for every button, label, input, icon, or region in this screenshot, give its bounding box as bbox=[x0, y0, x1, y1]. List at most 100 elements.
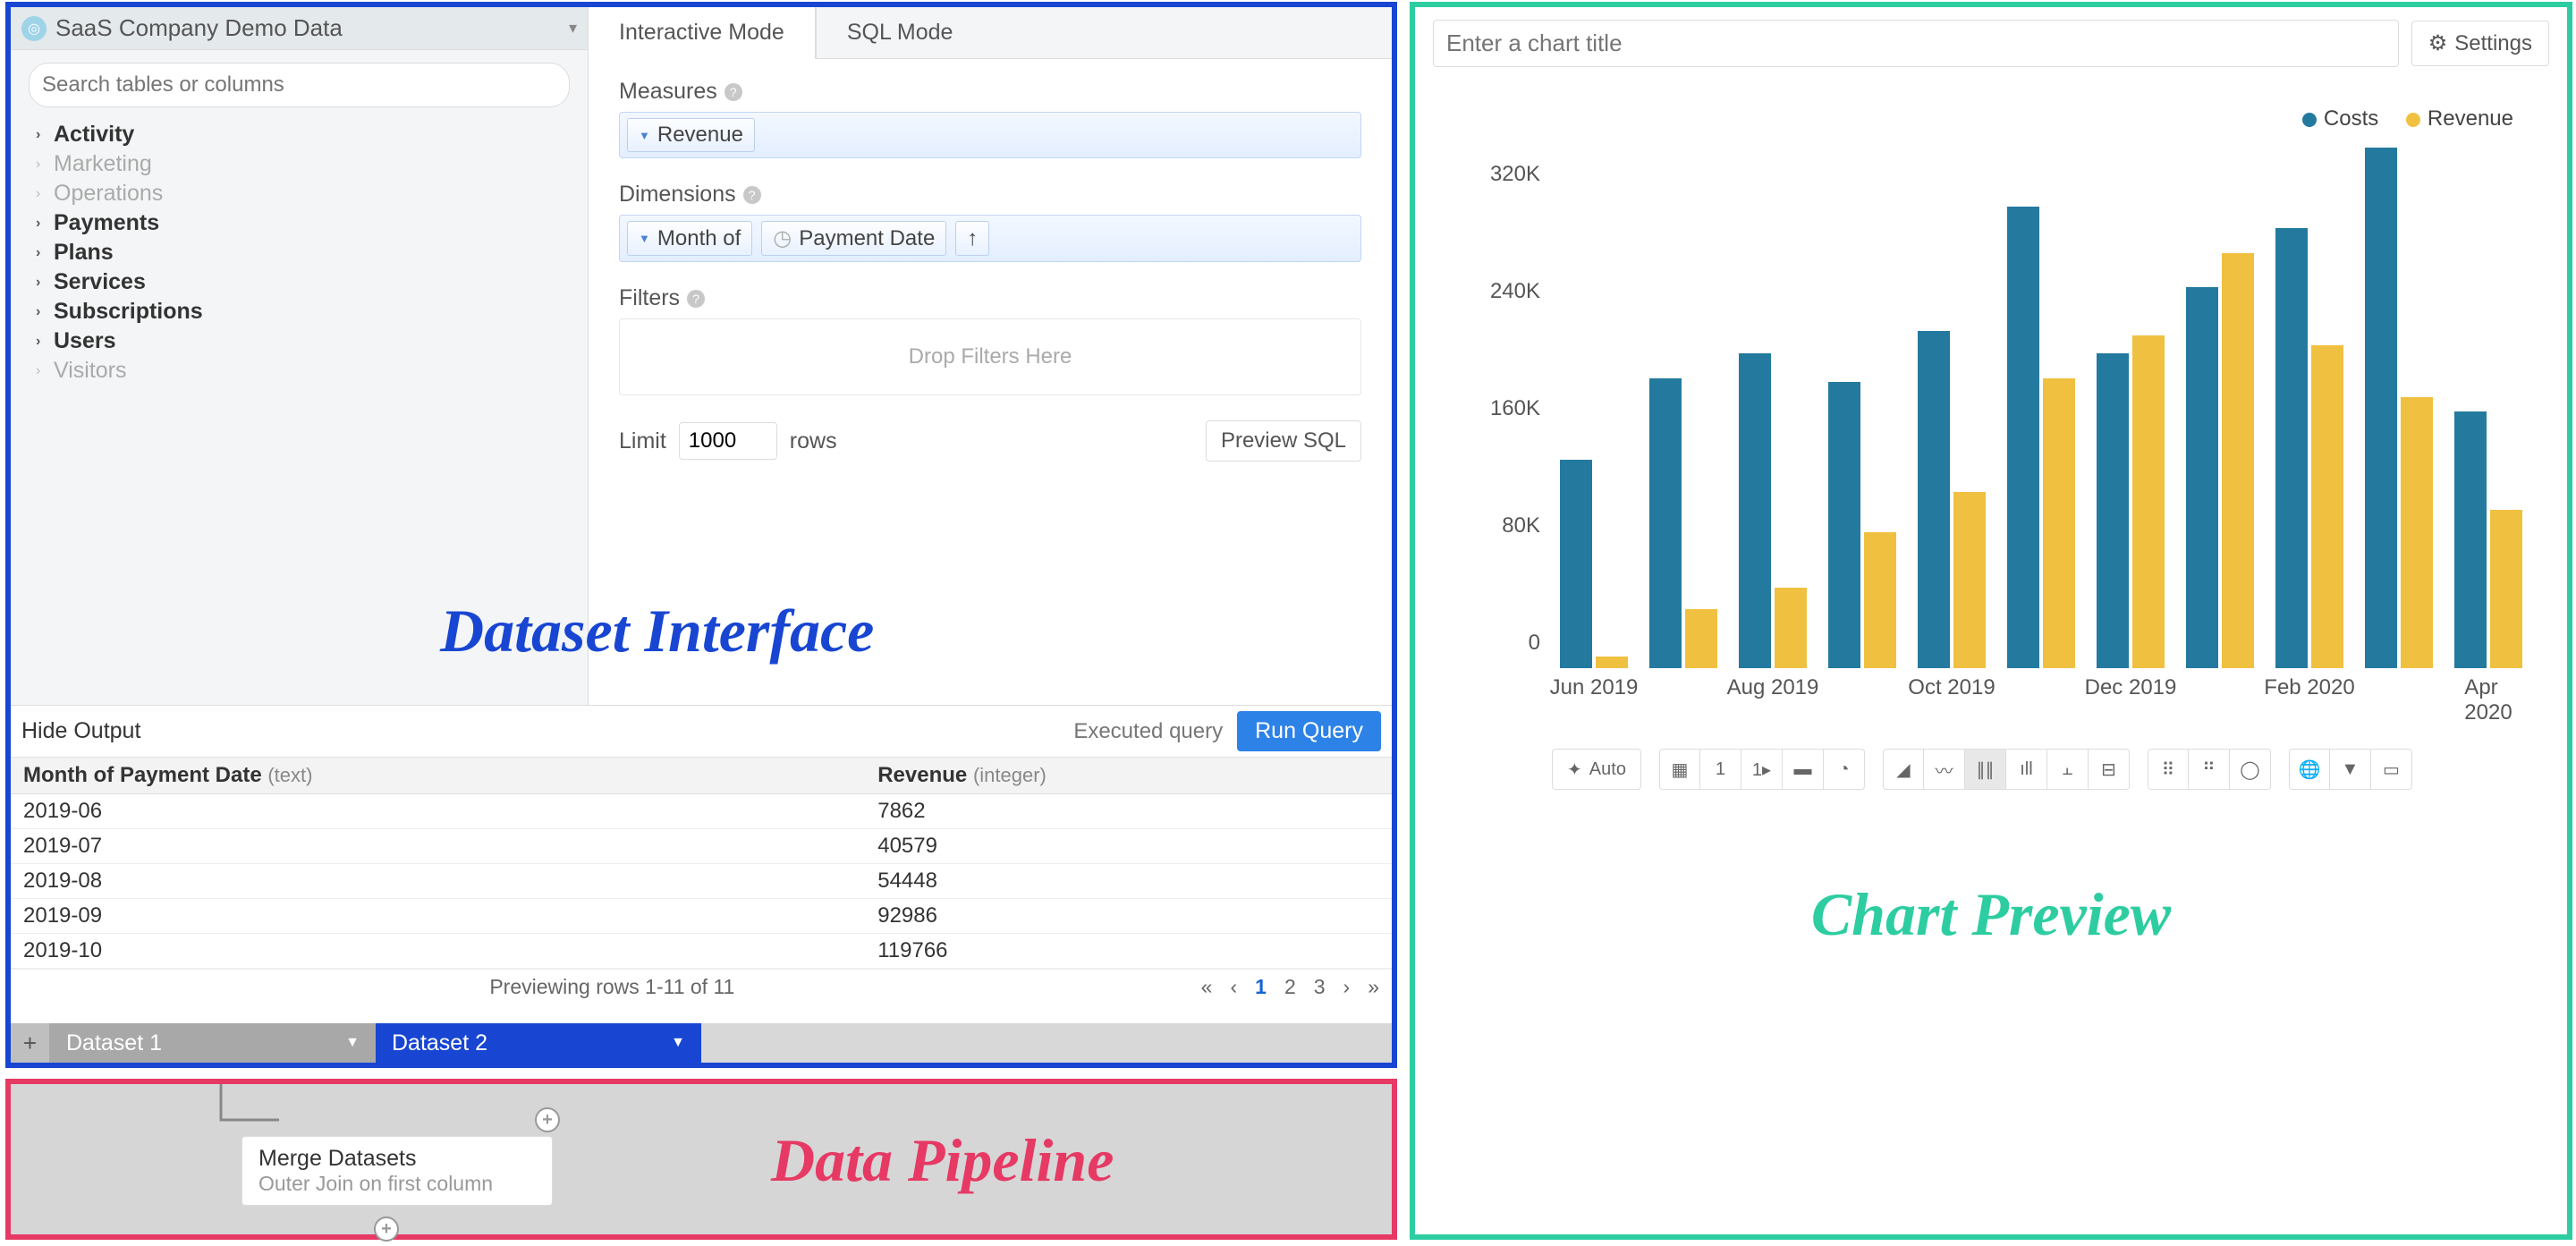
pager: « ‹ 123 › » bbox=[1201, 975, 1379, 999]
pager-item[interactable]: ‹ bbox=[1230, 975, 1237, 999]
bar-costs[interactable] bbox=[2186, 287, 2218, 668]
help-icon[interactable]: ? bbox=[743, 186, 761, 204]
bar-revenue[interactable] bbox=[1953, 492, 1986, 668]
bar-costs[interactable] bbox=[2454, 411, 2487, 668]
chart-type-map[interactable]: 🌐 bbox=[2289, 749, 2330, 790]
tree-item-subscriptions[interactable]: ›Subscriptions bbox=[36, 297, 572, 326]
help-icon[interactable]: ? bbox=[724, 83, 742, 101]
bar-revenue[interactable] bbox=[2043, 378, 2075, 669]
chart-title-input[interactable] bbox=[1433, 20, 2399, 67]
combo-icon: ⫠ bbox=[2062, 759, 2072, 780]
dataset-tab-2[interactable]: Dataset 2▼ bbox=[376, 1023, 701, 1063]
auto-chart-button[interactable]: ✦Auto bbox=[1552, 749, 1641, 790]
hide-output-button[interactable]: Hide Output bbox=[21, 718, 140, 744]
table-row[interactable]: 2019-0854448 bbox=[11, 864, 1392, 899]
chart-type-heatmap[interactable]: ◯ bbox=[2230, 749, 2271, 790]
pager-item[interactable]: 2 bbox=[1284, 975, 1296, 999]
chart-type-single-value[interactable]: 1 bbox=[1700, 749, 1741, 790]
chart-type-table[interactable]: ▦ bbox=[1659, 749, 1700, 790]
chart-type-gauge[interactable]: 1▸ bbox=[1741, 749, 1783, 790]
limit-input[interactable] bbox=[679, 422, 777, 460]
pager-item[interactable]: 3 bbox=[1314, 975, 1326, 999]
bar-revenue[interactable] bbox=[2401, 397, 2433, 668]
bar-costs[interactable] bbox=[1828, 382, 1860, 668]
pager-item[interactable]: 1 bbox=[1255, 975, 1267, 999]
chart-preview-annotation: Chart Preview bbox=[1415, 879, 2567, 950]
add-dataset-button[interactable]: + bbox=[11, 1023, 50, 1063]
bar-costs[interactable] bbox=[2365, 148, 2397, 668]
dimensions-row[interactable]: ▼Month of ◷Payment Date ↑ bbox=[619, 215, 1361, 262]
bar-costs[interactable] bbox=[1739, 353, 1771, 668]
preview-sql-button[interactable]: Preview SQL bbox=[1206, 420, 1361, 462]
tree-item-payments[interactable]: ›Payments bbox=[36, 208, 572, 238]
clock-icon: ◷ bbox=[773, 225, 792, 251]
bar-revenue[interactable] bbox=[2222, 253, 2254, 668]
pipeline-add-node[interactable]: + bbox=[535, 1107, 560, 1132]
dataset-tab-1[interactable]: Dataset 1▼ bbox=[50, 1023, 376, 1063]
pager-item[interactable]: › bbox=[1343, 975, 1351, 999]
chart-type-spark-bar[interactable]: ıll bbox=[2006, 749, 2047, 790]
bar-revenue[interactable] bbox=[2311, 345, 2343, 668]
bar-costs[interactable] bbox=[2275, 228, 2308, 668]
chart-type-scatter[interactable]: ⠿ bbox=[2148, 749, 2189, 790]
single-value-icon: 1 bbox=[1716, 759, 1725, 780]
bar-costs[interactable] bbox=[1560, 460, 1592, 668]
chevron-right-icon: › bbox=[36, 275, 54, 291]
pager-item[interactable]: » bbox=[1368, 975, 1379, 999]
dimension-pill-payment-date[interactable]: ◷Payment Date bbox=[761, 221, 946, 256]
tree-item-activity[interactable]: ›Activity bbox=[36, 120, 572, 149]
help-icon[interactable]: ? bbox=[687, 290, 705, 308]
table-row[interactable]: 2019-067862 bbox=[11, 794, 1392, 829]
tab-interactive-mode[interactable]: Interactive Mode bbox=[589, 7, 816, 59]
tree-item-marketing[interactable]: ›Marketing bbox=[36, 149, 572, 179]
table-row[interactable]: 2019-0992986 bbox=[11, 899, 1392, 934]
bar-revenue[interactable] bbox=[1596, 657, 1628, 668]
bar-costs[interactable] bbox=[2007, 207, 2039, 668]
pager-item[interactable]: « bbox=[1201, 975, 1213, 999]
chart-type-boxplot[interactable]: ⊟ bbox=[2089, 749, 2130, 790]
settings-button[interactable]: ⚙Settings bbox=[2411, 21, 2549, 66]
database-icon: ◎ bbox=[21, 16, 47, 41]
pipeline-add-node[interactable]: + bbox=[374, 1216, 399, 1242]
table-row[interactable]: 2019-0740579 bbox=[11, 829, 1392, 864]
col-header-month[interactable]: Month of Payment Date (text) bbox=[11, 758, 865, 794]
chart-type-bubble[interactable]: ⠛ bbox=[2189, 749, 2230, 790]
chart-type-bar[interactable]: ∥∥ bbox=[1965, 749, 2006, 790]
search-input[interactable] bbox=[29, 63, 570, 107]
sort-direction-pill[interactable]: ↑ bbox=[955, 221, 989, 256]
bar-revenue[interactable] bbox=[1775, 588, 1807, 668]
chart-type-custom[interactable]: ▭ bbox=[2371, 749, 2412, 790]
tree-item-operations[interactable]: ›Operations bbox=[36, 179, 572, 208]
bar-costs[interactable] bbox=[1649, 378, 1682, 669]
chart-type-line[interactable]: 〰 bbox=[1924, 749, 1965, 790]
chart-type-funnel[interactable]: ▬ bbox=[1783, 749, 1824, 790]
tab-sql-mode[interactable]: SQL Mode bbox=[816, 7, 984, 59]
bar-costs[interactable] bbox=[2097, 353, 2129, 668]
measure-pill-revenue[interactable]: ▼Revenue bbox=[627, 118, 755, 152]
chart-type-area[interactable]: ◢ bbox=[1883, 749, 1924, 790]
bar-revenue[interactable] bbox=[2132, 335, 2165, 668]
bar-revenue[interactable] bbox=[1685, 609, 1717, 668]
filters-dropzone[interactable]: Drop Filters Here bbox=[619, 318, 1361, 395]
chevron-right-icon: › bbox=[36, 334, 54, 350]
chart-type-combo[interactable]: ⫠ bbox=[2047, 749, 2089, 790]
chevron-right-icon: › bbox=[36, 157, 54, 173]
caret-down-icon: ▼ bbox=[345, 1035, 360, 1051]
dimension-pill-month[interactable]: ▼Month of bbox=[627, 221, 752, 256]
tree-item-users[interactable]: ›Users bbox=[36, 326, 572, 356]
chart-type-pie[interactable]: ◔ bbox=[1824, 749, 1865, 790]
tree-item-visitors[interactable]: ›Visitors bbox=[36, 356, 572, 386]
datasource-selector[interactable]: ◎ SaaS Company Demo Data ▾ bbox=[11, 7, 588, 50]
gear-icon: ⚙ bbox=[2428, 30, 2448, 56]
run-query-button[interactable]: Run Query bbox=[1237, 711, 1381, 751]
bar-revenue[interactable] bbox=[2490, 510, 2522, 668]
tree-item-services[interactable]: ›Services bbox=[36, 267, 572, 297]
merge-datasets-node[interactable]: Merge Datasets Outer Join on first colum… bbox=[242, 1136, 553, 1206]
col-header-revenue[interactable]: Revenue (integer) bbox=[865, 758, 1392, 794]
tree-item-plans[interactable]: ›Plans bbox=[36, 238, 572, 267]
chart-type-cohort[interactable]: ▼ bbox=[2330, 749, 2371, 790]
measures-row[interactable]: ▼Revenue bbox=[619, 112, 1361, 158]
table-row[interactable]: 2019-10119766 bbox=[11, 934, 1392, 969]
bar-costs[interactable] bbox=[1918, 331, 1950, 668]
bar-revenue[interactable] bbox=[1864, 532, 1896, 668]
